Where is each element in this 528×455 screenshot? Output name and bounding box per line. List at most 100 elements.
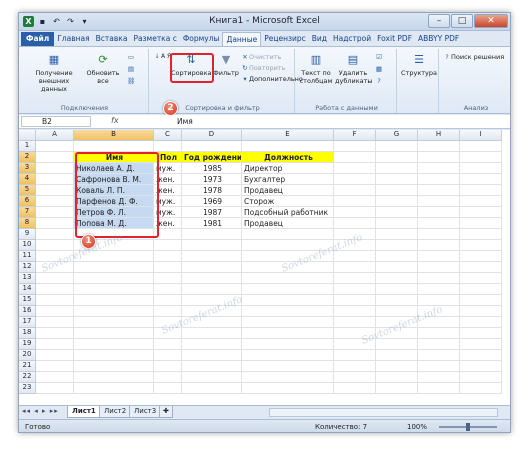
row-header-22[interactable]: 22 [19,372,36,383]
cell[interactable] [242,273,334,284]
cell[interactable] [242,240,334,251]
cell[interactable] [334,350,376,361]
table-header-cell[interactable]: Год рождения [182,152,242,163]
connections-icon[interactable]: ▭ [127,53,135,62]
sheet-tab-3[interactable]: Лист3 [129,406,162,418]
tab-data[interactable]: Данные [222,32,262,46]
cell[interactable] [460,361,502,372]
cell[interactable] [154,361,182,372]
cell[interactable] [334,141,376,152]
cell[interactable] [154,284,182,295]
cell[interactable] [376,141,418,152]
cell[interactable] [460,174,502,185]
name-box[interactable]: B2 [21,116,91,127]
cell[interactable] [74,295,154,306]
cell[interactable] [418,240,460,251]
cell[interactable] [460,152,502,163]
cell[interactable] [376,372,418,383]
cell[interactable] [182,317,242,328]
row-header-21[interactable]: 21 [19,361,36,372]
cell[interactable] [36,295,74,306]
cell[interactable] [460,350,502,361]
column-header-b[interactable]: B [74,130,154,141]
data-validation-icon[interactable]: ☑ [375,53,383,62]
sheet-nav-arrows-icon[interactable]: ◂◂ ◂ ▸ ▸▸ [22,407,59,415]
row-header-23[interactable]: 23 [19,383,36,394]
cell[interactable] [418,141,460,152]
cell[interactable] [182,141,242,152]
cell[interactable] [74,372,154,383]
cell[interactable] [418,350,460,361]
cell[interactable] [242,295,334,306]
cell[interactable] [418,174,460,185]
cell[interactable] [460,251,502,262]
cell[interactable] [36,163,74,174]
cell[interactable] [334,218,376,229]
table-cell[interactable]: Сторож [242,196,334,207]
cell[interactable] [154,262,182,273]
tab-page-layout[interactable]: Разметка с [130,32,179,46]
cell[interactable] [334,361,376,372]
table-cell[interactable]: Продавец [242,218,334,229]
table-cell[interactable]: 1987 [182,207,242,218]
cell[interactable] [74,273,154,284]
row-header-5[interactable]: 5 [19,185,36,196]
cell[interactable] [182,339,242,350]
table-cell[interactable]: Директор [242,163,334,174]
minimize-button[interactable]: – [428,14,450,28]
cell[interactable] [376,240,418,251]
cell[interactable] [460,207,502,218]
cell[interactable] [376,207,418,218]
cell[interactable] [36,196,74,207]
cell[interactable] [74,284,154,295]
tab-home[interactable]: Главная [54,32,92,46]
cell[interactable] [334,196,376,207]
select-all-corner[interactable] [19,130,36,141]
column-header-g[interactable]: G [376,130,418,141]
cell[interactable] [376,185,418,196]
cell[interactable] [36,284,74,295]
outline-button[interactable]: ☰ Структура [401,52,437,77]
advanced-button[interactable]: ▾ Дополнительно [241,75,303,84]
cell[interactable] [74,262,154,273]
cell[interactable] [460,284,502,295]
row-header-18[interactable]: 18 [19,328,36,339]
cell[interactable] [376,174,418,185]
cell[interactable] [154,273,182,284]
cell[interactable] [36,361,74,372]
cell[interactable] [36,240,74,251]
cell[interactable] [36,383,74,394]
cell[interactable] [460,262,502,273]
cell[interactable] [182,350,242,361]
cell[interactable] [460,295,502,306]
clear-button[interactable]: ✕Очистить [241,53,281,62]
cell[interactable] [460,229,502,240]
cell[interactable] [460,339,502,350]
cell[interactable] [74,328,154,339]
table-header-cell[interactable]: Должность [242,152,334,163]
filter-button[interactable]: ▼ Фильтр [213,52,239,77]
row-header-11[interactable]: 11 [19,251,36,262]
cell[interactable] [376,306,418,317]
cell[interactable] [182,372,242,383]
row-header-3[interactable]: 3 [19,163,36,174]
cell[interactable] [74,350,154,361]
cell[interactable] [334,273,376,284]
properties-icon[interactable]: ▤ [127,65,135,74]
tab-view[interactable]: Вид [309,32,330,46]
horizontal-scrollbar[interactable] [269,408,498,417]
cell[interactable] [154,141,182,152]
cell[interactable] [74,361,154,372]
remove-duplicates-button[interactable]: ▤ Удалить дубликаты [335,52,373,85]
cell[interactable] [418,229,460,240]
row-header-12[interactable]: 12 [19,262,36,273]
cell[interactable] [182,306,242,317]
cell[interactable] [418,196,460,207]
refresh-all-button[interactable]: ⟳ Обновить все [85,52,121,85]
row-header-20[interactable]: 20 [19,350,36,361]
cell[interactable] [418,284,460,295]
table-cell[interactable]: Бухгалтер [242,174,334,185]
cell[interactable] [418,273,460,284]
maximize-button[interactable]: □ [451,14,473,28]
column-header-f[interactable]: F [334,130,376,141]
